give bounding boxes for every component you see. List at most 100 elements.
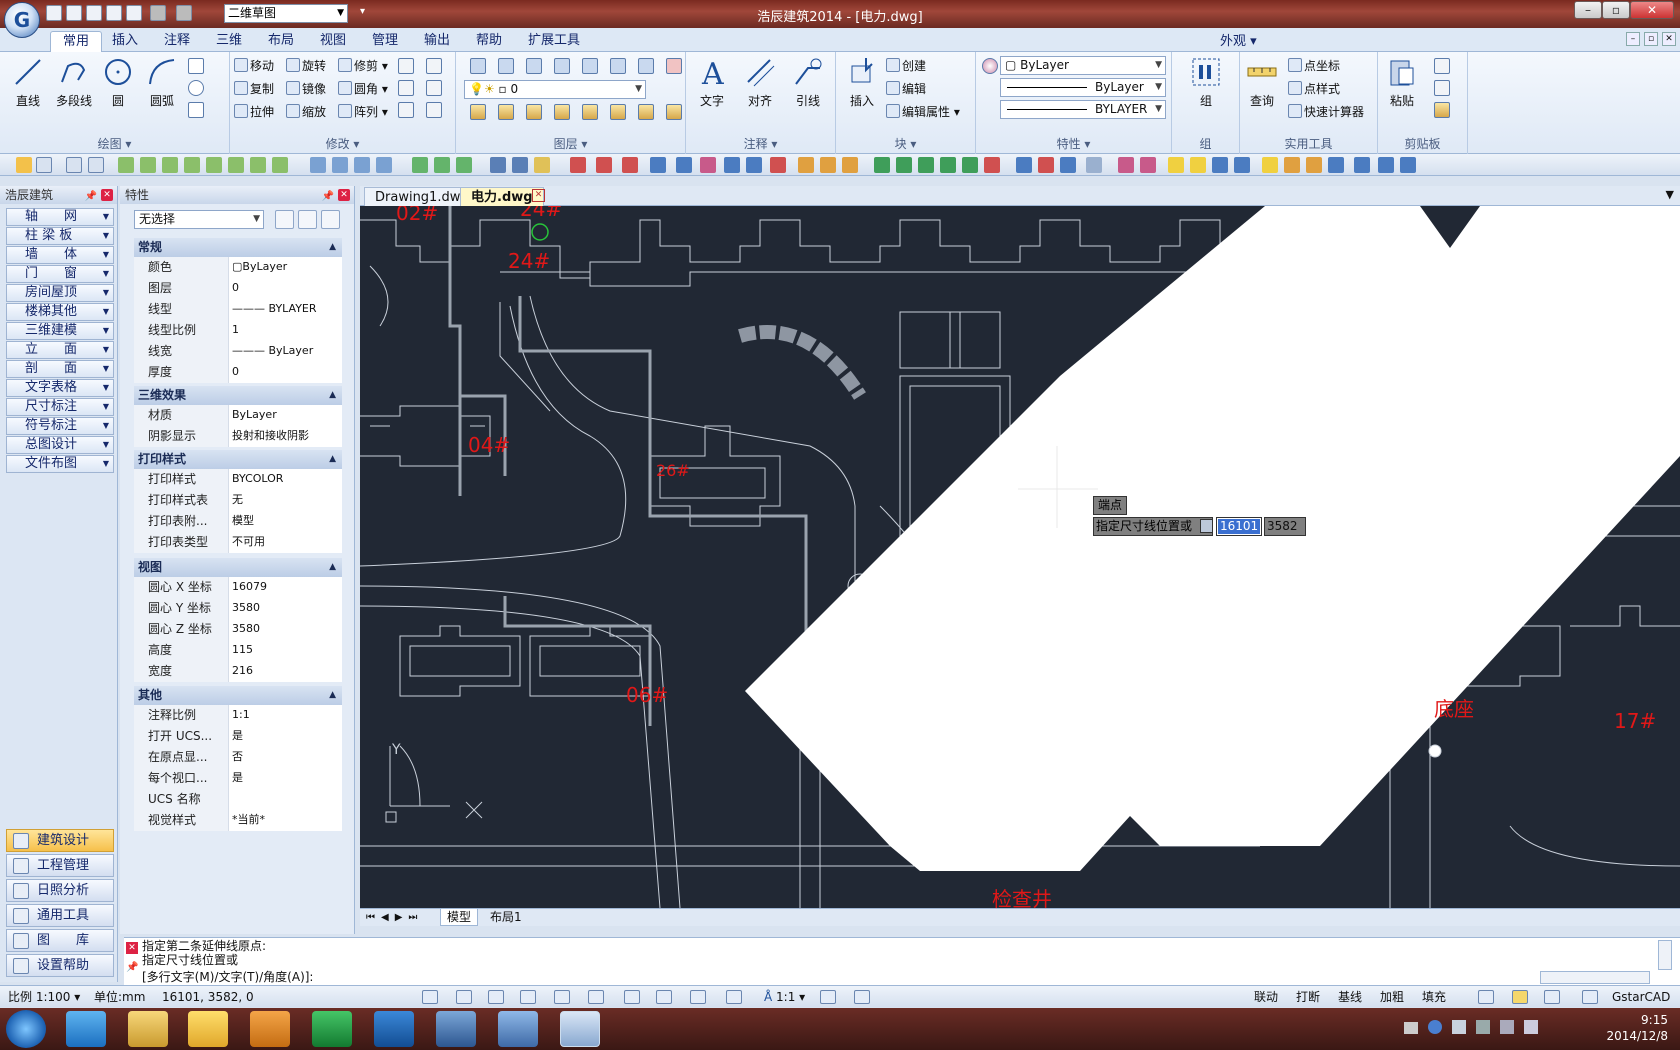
tool-icon-35[interactable] [874, 157, 890, 173]
command-hscrollbar[interactable] [1540, 971, 1650, 984]
tab-model[interactable]: 模型 [440, 909, 479, 926]
copy-clip-icon[interactable] [1434, 80, 1450, 96]
edit-block-button[interactable]: 编辑 [886, 79, 926, 99]
tool-icon-19[interactable] [456, 157, 472, 173]
annotation-visibility-icon[interactable] [820, 990, 836, 1004]
link-button[interactable]: 联动 [1254, 986, 1278, 1008]
tab-output[interactable]: 输出 [412, 31, 462, 52]
prop-row[interactable]: 线型 ——— BYLAYER [134, 299, 342, 320]
menu-section[interactable]: 剖 面 ▼ [6, 360, 114, 378]
copy-button[interactable]: 复制 [234, 79, 274, 99]
prop-row[interactable]: 圆心 Z 坐标 3580 [134, 619, 342, 640]
move-button[interactable]: 移动 [234, 56, 274, 76]
im-app-icon[interactable] [374, 1011, 414, 1047]
quick-props-icon[interactable] [726, 990, 742, 1004]
tray-keyboard-icon[interactable] [1404, 1022, 1418, 1034]
circle-button[interactable]: 圆 [96, 56, 140, 109]
tool-icon-11[interactable] [250, 157, 266, 173]
menu-text-table[interactable]: 文字表格 ▼ [6, 379, 114, 397]
point-style-button[interactable]: 点样式 [1288, 79, 1340, 99]
tab-manage[interactable]: 管理 [360, 31, 410, 52]
tool-icon-47[interactable] [1168, 157, 1184, 173]
layer-previous-icon[interactable] [526, 58, 542, 74]
arch-panel-close-icon[interactable]: ✕ [101, 189, 113, 201]
tool-icon-18[interactable] [434, 157, 450, 173]
layer-isolate-icon[interactable] [554, 58, 570, 74]
toggle-pickadd-icon[interactable] [275, 210, 294, 229]
tool-icon-57[interactable] [1400, 157, 1416, 173]
stretch-button[interactable]: 拉伸 [234, 102, 274, 122]
prop-row[interactable]: 打开 UCS... 是 [134, 726, 342, 747]
tab-3d[interactable]: 三维 [204, 31, 254, 52]
group-button[interactable]: 组 [1184, 56, 1228, 109]
join-icon[interactable] [426, 58, 442, 74]
select-objects-icon[interactable] [298, 210, 317, 229]
menu-dimension[interactable]: 尺寸标注 ▼ [6, 398, 114, 416]
maximize-button[interactable]: ▫ [1602, 1, 1630, 19]
erase-icon[interactable] [398, 58, 414, 74]
explorer-icon[interactable] [128, 1011, 168, 1047]
tool-icon-51[interactable] [1262, 157, 1278, 173]
create-block-button[interactable]: 创建 [886, 56, 926, 76]
close-tab-icon[interactable]: ✕ [532, 189, 545, 202]
linetype-select[interactable]: ByLayer ▼ [1000, 78, 1166, 97]
properties-pin-icon[interactable]: 📌 [322, 188, 334, 206]
edit-attributes-button[interactable]: 编辑属性 ▾ [886, 102, 960, 122]
scale-select[interactable]: 比例 1:100 ▾ [8, 986, 80, 1008]
command-scrollbar[interactable] [1658, 940, 1672, 970]
layer-match-icon[interactable] [470, 104, 486, 120]
layer-freeze-icon[interactable] [582, 58, 598, 74]
auto-scale-icon[interactable] [854, 990, 870, 1004]
layer-state-icon[interactable] [498, 58, 514, 74]
layer-unlock-icon[interactable] [638, 104, 654, 120]
section-view[interactable]: 视图 ▲ [134, 558, 342, 577]
tool-icon-49[interactable] [1212, 157, 1228, 173]
quick-calculator-button[interactable]: 快速计算器 [1288, 102, 1364, 122]
lineweight-icon[interactable] [690, 990, 706, 1004]
explode-icon[interactable] [398, 80, 414, 96]
layer-delete-icon[interactable] [666, 58, 682, 74]
pin-icon[interactable]: 📌 [85, 188, 97, 206]
menu-stairs-other[interactable]: 楼梯其他 ▼ [6, 303, 114, 321]
break-button[interactable]: 打断 [1296, 986, 1320, 1008]
prop-row[interactable]: 打印样式 BYCOLOR [134, 469, 342, 490]
chamfer-icon[interactable] [426, 102, 442, 118]
tool-icon-30[interactable] [746, 157, 762, 173]
fullscreen-icon[interactable] [1582, 990, 1598, 1004]
tool-icon-43[interactable] [1060, 157, 1076, 173]
ribbon-minimize-icon[interactable]: – [1626, 32, 1640, 46]
prop-row[interactable]: 圆心 X 坐标 16079 [134, 577, 342, 598]
ie-icon[interactable] [66, 1011, 106, 1047]
layer-thaw-icon[interactable] [582, 104, 598, 120]
tool-icon-36[interactable] [896, 157, 912, 173]
menu-3d-modeling[interactable]: 三维建模 ▼ [6, 322, 114, 340]
tool-icon-37[interactable] [918, 157, 934, 173]
prop-row[interactable]: 图层 0 [134, 278, 342, 299]
section-plot-style[interactable]: 打印样式 ▲ [134, 450, 342, 469]
tab-home[interactable]: 常用 [50, 31, 103, 52]
lineweight-select[interactable]: BYLAYER ▼ [1000, 100, 1166, 119]
tray-settings-icon[interactable] [1452, 1020, 1466, 1034]
paste-button[interactable]: 粘贴 [1380, 56, 1424, 109]
ortho-icon[interactable] [488, 990, 504, 1004]
tray-flag-icon[interactable] [1524, 1020, 1538, 1034]
prop-row[interactable]: 每个视口... 是 [134, 768, 342, 789]
tab-insert[interactable]: 插入 [100, 31, 150, 52]
menu-column-beam-slab[interactable]: 柱 梁 板 ▼ [6, 227, 114, 245]
mirror-button[interactable]: 镜像 [286, 79, 326, 99]
tool-icon-6[interactable] [140, 157, 156, 173]
tool-icon-15[interactable] [354, 157, 370, 173]
tab-list-icon[interactable]: ▼ [1666, 188, 1674, 201]
layer-on-icon[interactable] [610, 104, 626, 120]
dimension-aligned-button[interactable]: 对齐 [738, 56, 782, 109]
match-properties-icon[interactable] [982, 58, 998, 74]
layer-lock-icon[interactable] [638, 58, 654, 74]
prop-row[interactable]: 在原点显... 否 [134, 747, 342, 768]
ribbon-close-icon[interactable]: ✕ [1662, 32, 1676, 46]
arc-button[interactable]: 圆弧 [140, 56, 184, 109]
menu-file-layout[interactable]: 文件布图 ▼ [6, 455, 114, 473]
color-select[interactable]: ▢ ByLayer ▼ [1000, 56, 1166, 75]
break-icon[interactable] [398, 102, 414, 118]
tray-help-icon[interactable] [1428, 1020, 1442, 1034]
selection-select[interactable]: 无选择 ▼ [134, 210, 264, 229]
